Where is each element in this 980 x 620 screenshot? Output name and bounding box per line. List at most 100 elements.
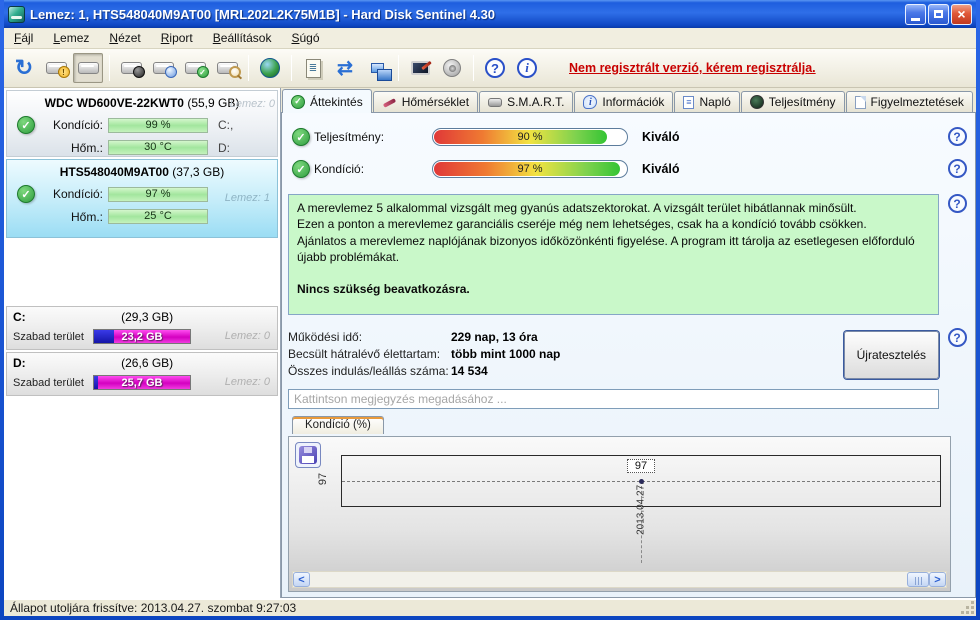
condition-label: Kondíció: [52,118,103,132]
temperature-label: Hőm.: [70,209,103,224]
sidebar-gap [6,240,278,304]
disk-panel-wdc[interactable]: WDC WD600VE-22KWT0 (55,9 GB) Lemez: 0 Ko… [6,90,278,157]
refresh-button[interactable] [9,53,39,83]
disk-index-ghost: Lemez: 0 [224,330,270,342]
condition-history-chart: Kondíció (%) 97 97 2013.04.27. < > [288,416,969,592]
menu-file[interactable]: Fájl [4,29,43,47]
disk-alert-button[interactable] [41,53,71,83]
sound-button[interactable] [437,53,467,83]
tab-homerseklet[interactable]: Hőmérséklet [372,91,479,112]
disk-name: WDC WD600VE-22KWT0 [44,96,184,110]
stat-label: Működési idő: [288,329,363,344]
page-icon [854,95,866,109]
menubar: Fájl Lemez Nézet Riport Beállítások Súgó [4,28,976,49]
condition-label: Kondíció: [52,187,103,201]
help-icon[interactable] [947,127,967,146]
gauge-badge-icon [132,66,145,78]
tab-teljesitmeny[interactable]: Teljesítmény [740,91,845,112]
disk-overview-icon [77,62,99,74]
maximize-button[interactable] [928,3,949,25]
close-icon: × [957,6,966,22]
scroll-track[interactable] [310,572,907,587]
disk-name: HTS548040M9AT00 [59,165,169,179]
temperature-label: Hőm.: [70,140,103,155]
network-button[interactable] [362,53,392,83]
condition-bar: 97 % [432,160,628,178]
register-link[interactable]: Nem regisztrált verzió, kérem regisztrál… [569,61,816,75]
titlebar[interactable]: Lemez: 1, HTS548040M9AT00 [MRL202L2K75M1… [4,0,976,28]
comment-input[interactable] [288,389,939,409]
info-button[interactable] [512,53,542,83]
stat-value: 229 nap, 13 óra [451,329,538,344]
partition-letter: C: [13,310,26,324]
toolbar-separator [473,55,474,81]
disk-overview-button[interactable] [73,53,103,83]
tab-figyelmeztetesek[interactable]: Figyelmeztetések [845,91,973,112]
check-badge-icon [196,66,209,78]
chart-area: 97 97 2013.04.27. < > [288,436,951,592]
help-icon[interactable] [947,194,967,213]
report-button[interactable] [298,53,328,83]
log-icon [683,95,695,109]
menu-settings[interactable]: Beállítások [203,29,282,47]
disk-panel-hts-selected[interactable]: HTS548040M9AT00 (37,3 GB) Lemez: 1 Kondí… [6,159,278,238]
menu-view[interactable]: Nézet [99,29,150,47]
web-disk-button[interactable] [255,53,285,83]
partition-panel-d[interactable]: D: (26,6 GB) Szabad terület 25,7 GB Leme… [6,352,278,396]
globe-icon [260,58,280,78]
condition-bar: 99 % [108,117,208,133]
disk-performance-button[interactable] [116,53,146,83]
status-ok-icon [292,128,310,146]
disk-alert-icon [45,62,70,78]
tab-attekintes[interactable]: Áttekintés [282,89,372,113]
resize-grip[interactable] [962,602,974,614]
disk-index-ghost: Lemez: 0 [224,376,270,388]
partition-panel-c[interactable]: C: (29,3 GB) Szabad terület 23,2 GB Leme… [6,306,278,350]
floppy-icon [299,446,317,464]
minimize-button[interactable] [905,3,926,25]
disk-header: HTS548040M9AT00 (37,3 GB) [11,164,273,179]
scroll-thumb[interactable] [907,572,929,587]
menu-help[interactable]: Súgó [281,29,329,47]
tab-naplo[interactable]: Napló [674,91,740,112]
tab-label: Figyelmeztetések [870,95,964,109]
sync-button[interactable] [330,53,360,83]
tab-label: Információk [602,95,665,109]
disk-analyze-button[interactable] [212,53,242,83]
tab-informaciok[interactable]: Információk [574,91,674,112]
network-icon [370,63,392,81]
scroll-left-button[interactable]: < [293,572,310,587]
message-emphasis: Nincs szükség beavatkozásra. [297,282,470,297]
menu-disk[interactable]: Lemez [43,29,99,47]
free-space-label: Szabad terület [13,376,84,389]
disk-sidebar: WDC WD600VE-22KWT0 (55,9 GB) Lemez: 0 Ko… [4,88,281,598]
disk-analyze-icon [216,62,241,78]
tab-label: Hőmérséklet [401,95,470,109]
remote-desktop-button[interactable] [405,53,435,83]
toolbar-separator [248,55,249,81]
close-button[interactable]: × [951,3,972,25]
help-button[interactable] [480,53,510,83]
refresh-icon [15,55,33,81]
help-icon[interactable] [947,159,967,178]
info-icon [583,95,598,109]
partition-letter: C:, [218,118,234,132]
free-space-bar: 23,2 GB [93,329,191,344]
retest-button[interactable]: Újratesztelés [843,331,939,379]
thermometer-icon [382,96,397,108]
chart-scrollbar: < > [292,571,947,588]
disk-health-button[interactable] [180,53,210,83]
tab-smart[interactable]: S.M.A.R.T. [479,91,574,112]
save-chart-button[interactable] [295,442,321,468]
help-icon[interactable] [947,328,967,347]
scroll-right-button[interactable]: > [929,572,946,587]
disk-size: (37,3 GB) [172,165,225,179]
chart-tab-kondicio[interactable]: Kondíció (%) [292,416,384,434]
disk-schedule-button[interactable] [148,53,178,83]
condition-bar: 97 % [108,186,208,202]
sidebar-filler [6,398,278,596]
performance-label: Teljesítmény: [314,130,385,144]
help-icon [485,58,505,78]
menu-report[interactable]: Riport [151,29,203,47]
tab-label: Áttekintés [310,94,363,109]
